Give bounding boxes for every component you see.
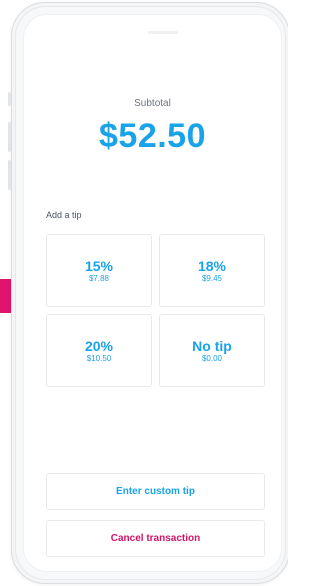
tip-option-percent: No tip [192, 338, 232, 354]
cancel-transaction-button[interactable]: Cancel transaction [46, 520, 265, 557]
stage: Subtotal $52.50 Add a tip 15% $7.88 18% … [0, 0, 288, 586]
subtotal-label: Subtotal [134, 98, 171, 109]
subtotal-amount: $52.50 [99, 117, 206, 155]
phone-side-button [8, 160, 11, 190]
tip-option-percent: 18% [197, 258, 227, 274]
phone-side-button [8, 122, 11, 152]
add-tip-label: Add a tip [46, 210, 82, 220]
tip-option-amount: $10.50 [86, 354, 112, 363]
tip-option-18[interactable]: 18% $9.45 [159, 234, 265, 307]
payment-screen: Subtotal $52.50 Add a tip 15% $7.88 18% … [23, 14, 282, 572]
tip-option-no-tip[interactable]: No tip $0.00 [159, 314, 265, 387]
tip-option-amount: $0.00 [201, 354, 223, 363]
phone-side-button [8, 92, 11, 106]
tip-option-percent: 15% [84, 258, 114, 274]
tip-option-amount: $9.45 [201, 274, 223, 283]
phone-speaker [148, 31, 178, 34]
tip-option-percent: 20% [84, 338, 114, 354]
enter-custom-tip-button[interactable]: Enter custom tip [46, 473, 265, 510]
tip-option-amount: $7.88 [88, 274, 110, 283]
tip-option-20[interactable]: 20% $10.50 [46, 314, 152, 387]
tip-option-15[interactable]: 15% $7.88 [46, 234, 152, 307]
